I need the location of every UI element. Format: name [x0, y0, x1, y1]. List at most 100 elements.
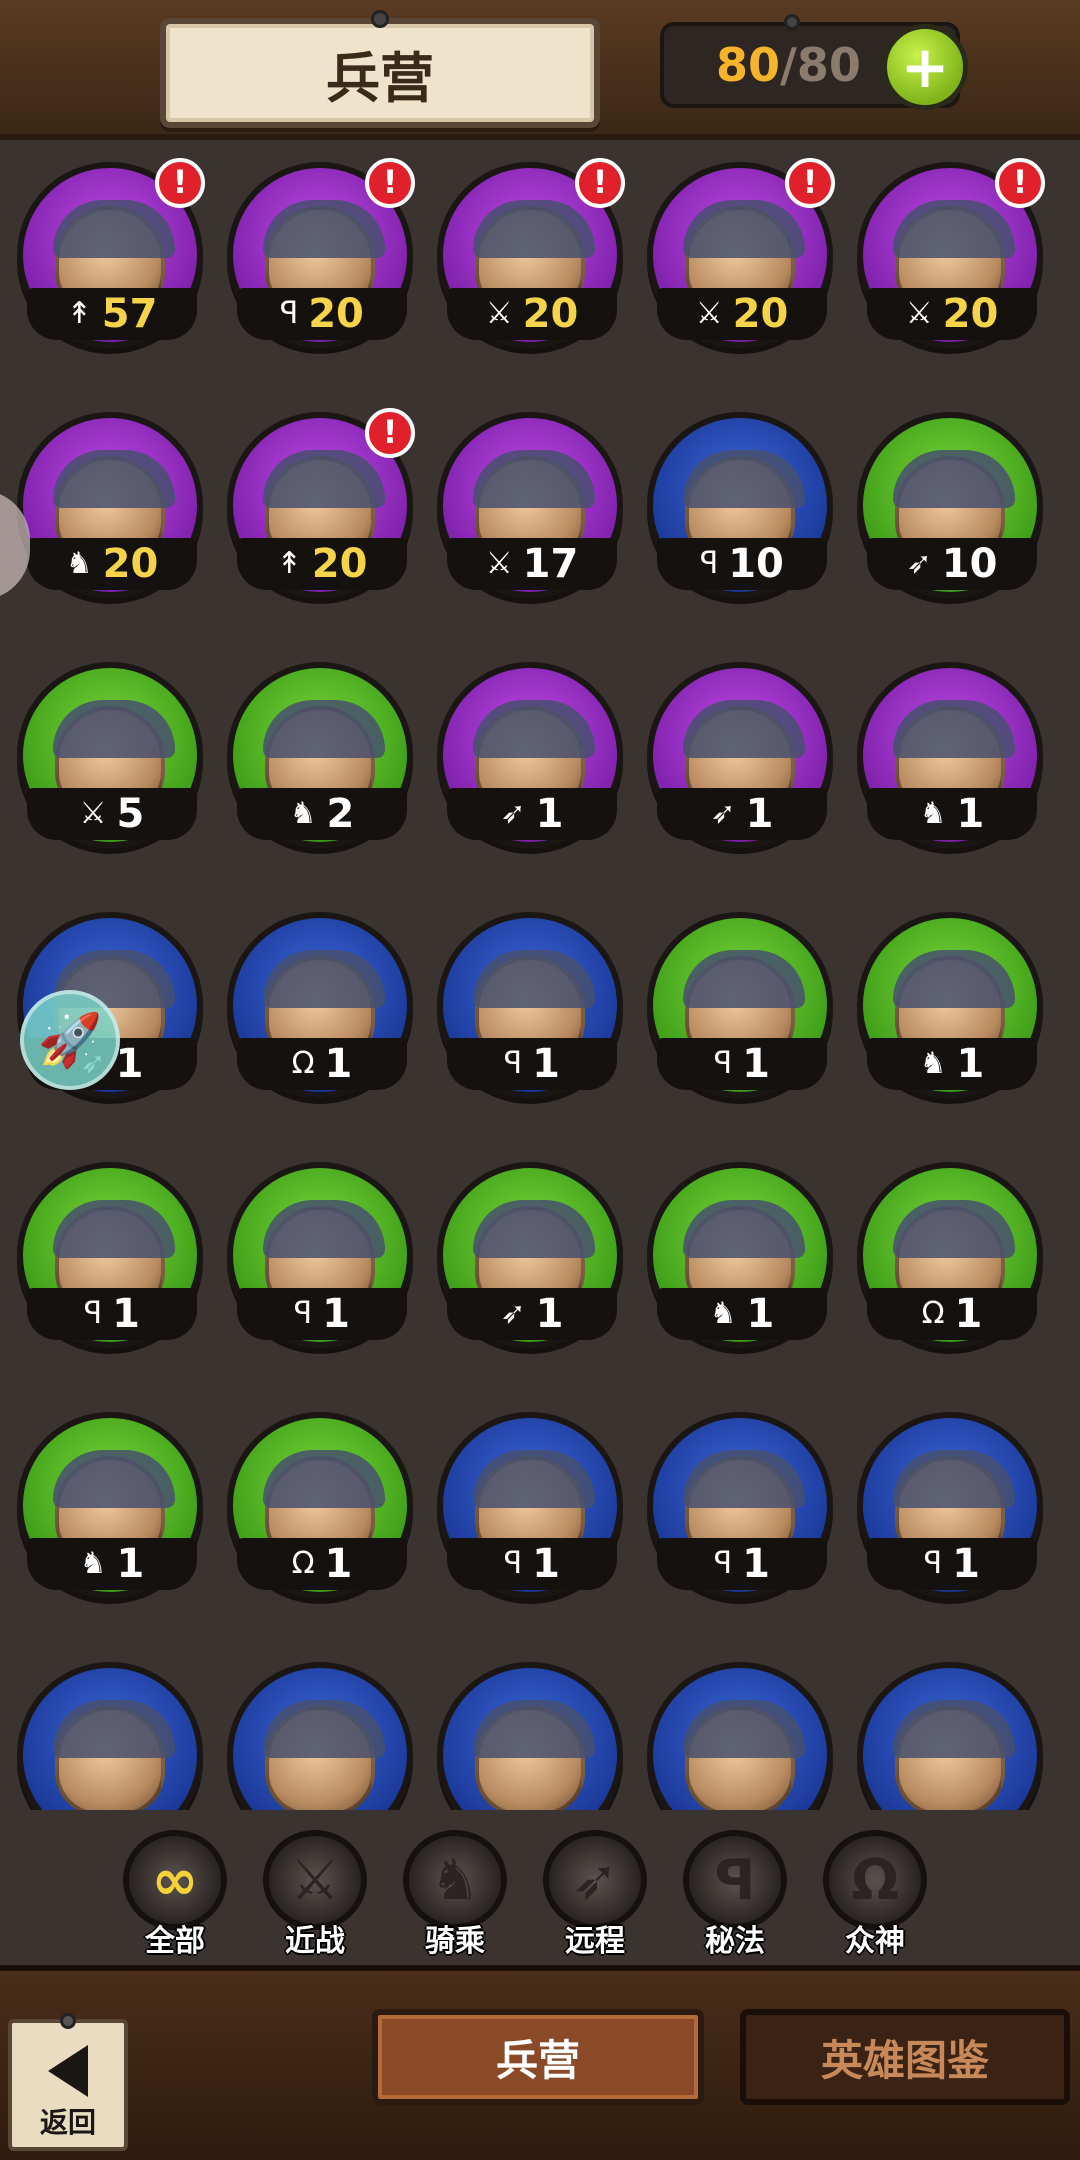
filter-5[interactable]: Ω 众神	[820, 1830, 930, 1960]
unit-card[interactable]: ♞ 1	[845, 900, 1045, 1120]
unit-card[interactable]	[5, 1650, 205, 1810]
unit-portrait-frame	[227, 1662, 413, 1810]
unit-level: 1	[742, 1541, 770, 1587]
unit-card[interactable]: ➶1	[425, 1150, 625, 1370]
unit-card[interactable]: Ω1	[845, 1150, 1045, 1370]
unit-card[interactable]	[425, 1650, 625, 1810]
unit-level-bar: ⚔ 20	[447, 288, 617, 340]
unit-card[interactable]: ↟ 20!	[215, 400, 415, 620]
unit-level-bar: Ω1	[867, 1288, 1037, 1340]
omega-type-icon: Ω	[291, 1046, 315, 1081]
filter-0[interactable]: ∞ 全部	[120, 1830, 230, 1960]
alert-icon: !	[575, 158, 625, 208]
unit-helmet	[53, 200, 175, 258]
unit-level-bar: ➶ 10	[867, 538, 1037, 590]
unit-level: 20	[942, 291, 999, 337]
unit-portrait-frame	[437, 1662, 623, 1810]
unit-card[interactable]: ♞ 1	[635, 1150, 835, 1370]
unit-card[interactable]: ꟼ1	[425, 1400, 625, 1620]
tab-hero-codex[interactable]: 英雄图鉴	[740, 2009, 1070, 2105]
filter-icon: ♞	[403, 1830, 507, 1930]
add-currency-button[interactable]: +	[882, 24, 968, 110]
unit-card[interactable]: ⚔ 17	[425, 400, 625, 620]
unit-card[interactable]: ꟼ1	[845, 1400, 1045, 1620]
unit-card[interactable]: ⚔ 5	[5, 650, 205, 870]
unit-level: 20	[522, 291, 579, 337]
unit-card[interactable]: ꟼ 20!	[215, 150, 415, 370]
unit-helmet	[473, 1200, 595, 1258]
unit-level: 1	[952, 1541, 980, 1587]
unit-card[interactable]: ♞ 1	[5, 1400, 205, 1620]
currency-counter: 80/80 +	[660, 14, 968, 110]
filter-icon: ꟼ	[683, 1830, 787, 1930]
back-label: 返回	[39, 2106, 96, 2139]
unit-level-bar: ꟼ1	[657, 1538, 827, 1590]
unit-card[interactable]: ♞ 20	[5, 400, 205, 620]
unit-card[interactable]: ꟼ1	[5, 1150, 205, 1370]
unit-level-bar: ꟼ1	[657, 1038, 827, 1090]
unit-portrait	[53, 1700, 175, 1810]
unit-level: 10	[941, 541, 998, 587]
unit-card[interactable]: ꟼ 10	[635, 400, 835, 620]
unit-card[interactable]: ⚔ 20!	[635, 150, 835, 370]
unit-card[interactable]: ➶1	[425, 650, 625, 870]
unit-card[interactable]: ⚔ 20!	[845, 150, 1045, 370]
unit-card[interactable]: ꟼ1	[425, 900, 625, 1120]
unit-level-bar: ♞ 1	[867, 788, 1037, 840]
back-button[interactable]: 返回	[8, 2013, 128, 2151]
unit-helmet	[683, 1200, 805, 1258]
unit-level: 57	[101, 291, 158, 337]
filter-icon: ∞	[123, 1830, 227, 1930]
unit-helmet	[683, 1450, 805, 1508]
unit-level-bar: ➶1	[657, 788, 827, 840]
unit-card[interactable]	[635, 1650, 835, 1810]
currency-current: 80	[716, 38, 781, 92]
unit-level: 1	[532, 1041, 560, 1087]
unit-card[interactable]	[215, 1650, 415, 1810]
unit-portrait	[683, 1700, 805, 1810]
unit-helmet	[473, 1700, 595, 1758]
unit-card[interactable]: ꟼ1	[635, 900, 835, 1120]
filter-1[interactable]: ⚔ 近战	[260, 1830, 370, 1960]
magic-type-icon: ꟼ	[714, 1046, 733, 1081]
filter-4[interactable]: ꟼ 秘法	[680, 1830, 790, 1960]
unit-card[interactable]: Ω1	[215, 1400, 415, 1620]
pin-icon	[371, 10, 389, 28]
magic-type-icon: ꟼ	[924, 1546, 943, 1581]
bow-type-icon: ➶	[500, 796, 526, 831]
filter-label: 远程	[565, 1924, 625, 1959]
filter-label: 秘法	[705, 1924, 765, 1959]
unit-level-bar: ꟼ1	[27, 1288, 197, 1340]
unit-card[interactable]: ꟼ1	[215, 1150, 415, 1370]
mount-type-icon: ♞	[65, 546, 93, 581]
unit-level-bar: ꟼ1	[447, 1538, 617, 1590]
unit-card[interactable]: ↟ 57!	[5, 150, 205, 370]
unit-card[interactable]	[845, 1650, 1045, 1810]
unit-card[interactable]: ♞ 1	[845, 650, 1045, 870]
filter-2[interactable]: ♞ 骑乘	[400, 1830, 510, 1960]
bow-type-icon: ➶	[906, 546, 932, 581]
alert-icon: !	[365, 408, 415, 458]
unit-card[interactable]: ➶ 10	[845, 400, 1045, 620]
alert-icon: !	[785, 158, 835, 208]
unit-level: 20	[311, 541, 368, 587]
unit-level: 5	[116, 791, 145, 837]
unit-helmet	[263, 200, 385, 258]
unit-level-bar: ꟼ1	[867, 1538, 1037, 1590]
filter-bar: ∞ 全部 ⚔ 近战 ♞ 骑乘 ➶ 远程 ꟼ 秘法 Ω 众神	[0, 1810, 1080, 1960]
spear-type-icon: ↟	[66, 296, 92, 331]
unit-card[interactable]: ⚔ 20!	[425, 150, 625, 370]
magic-type-icon: ꟼ	[700, 546, 719, 581]
unit-helmet	[263, 1700, 385, 1758]
unit-portrait	[893, 1700, 1015, 1810]
unit-card[interactable]: ➶1	[635, 650, 835, 870]
unit-card[interactable]: ꟼ1	[635, 1400, 835, 1620]
unit-helmet	[473, 450, 595, 508]
unit-card[interactable]: Ω1	[215, 900, 415, 1120]
tab-barracks[interactable]: 兵营	[372, 2009, 704, 2105]
filter-3[interactable]: ➶ 远程	[540, 1830, 650, 1960]
unit-card[interactable]: ♞ 2	[215, 650, 415, 870]
rocket-icon[interactable]: 🚀	[20, 990, 120, 1090]
back-arrow-icon	[48, 2045, 88, 2097]
unit-level: 1	[956, 791, 985, 837]
